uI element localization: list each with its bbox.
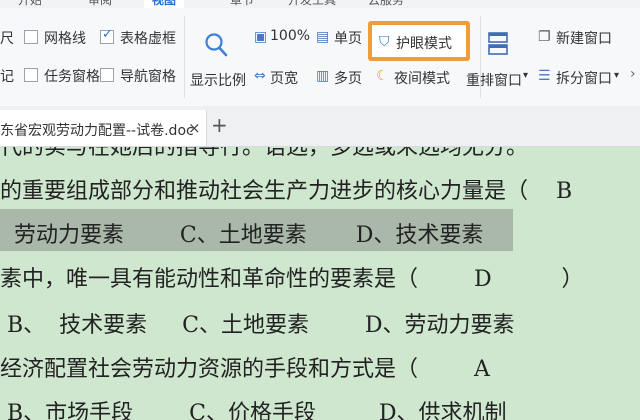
- arrange-windows-icon[interactable]: [488, 32, 508, 56]
- split-window-icon: ☰: [538, 68, 551, 84]
- eye-protection-mode-button[interactable]: ⛉ 护眼模式: [368, 21, 470, 61]
- document-tab-title: 东省宏观劳动力配置--试卷.doc: [0, 123, 194, 139]
- split-window-label[interactable]: 拆分窗口: [556, 68, 612, 88]
- doc-line: 经济配置社会劳动力资源的手段和方式是（ A: [0, 357, 490, 382]
- tab-view[interactable]: 视图: [144, 0, 185, 8]
- marks-label[interactable]: 标记: [0, 66, 14, 86]
- shield-icon: ⛉: [379, 34, 390, 50]
- doc-line: 代的实与在她后的指导行。语选，多选或未选均无分。: [0, 147, 529, 160]
- gridlines-label[interactable]: 网格线: [44, 28, 86, 48]
- tab-review[interactable]: 审阅: [88, 0, 112, 8]
- tab-start[interactable]: 开始: [18, 0, 42, 8]
- nav-pane-checkbox[interactable]: [100, 68, 114, 82]
- ruler-label[interactable]: 标尺: [0, 28, 14, 48]
- new-tab-icon[interactable]: +: [211, 115, 228, 135]
- doc-line: B、市场手段 C、价格手段 D、供求机制: [0, 401, 507, 420]
- zoom-label[interactable]: 显示比例: [190, 70, 246, 90]
- close-tab-icon[interactable]: ×: [188, 119, 201, 137]
- more-icon[interactable]: ›: [630, 66, 636, 82]
- multi-page-icon: ▥: [316, 68, 330, 84]
- eye-protection-mode-label: 护眼模式: [396, 36, 452, 52]
- task-pane-checkbox[interactable]: [24, 68, 38, 82]
- doc-line: 素中，唯一具有能动性和革命性的要素是（ D ）: [0, 267, 584, 292]
- page-width-label[interactable]: 页宽: [270, 68, 298, 88]
- menu-tab-strip: 开始 审阅 视图 章节 开发工具 云服务: [0, 0, 640, 8]
- zoom-magnifier-icon[interactable]: [204, 32, 228, 58]
- ribbon-divider: [184, 16, 185, 98]
- tab-developer-tools[interactable]: 开发工具: [288, 0, 336, 8]
- task-pane-label[interactable]: 任务窗格: [44, 66, 100, 86]
- zoom-value[interactable]: 100%: [270, 28, 310, 44]
- new-window-label[interactable]: 新建窗口: [556, 28, 612, 48]
- tab-cloud-service[interactable]: 云服务: [368, 0, 404, 8]
- document-page[interactable]: 代的实与在她后的指导行。语选，多选或未选均无分。 的重要组成部分和推动社会生产力…: [0, 147, 640, 420]
- table-lines-label[interactable]: 表格虚框: [120, 28, 176, 48]
- document-tab[interactable]: 东省宏观劳动力配置--试卷.doc ×: [0, 110, 207, 146]
- doc-line: 劳动力要素 C、土地要素 D、技术要素: [0, 223, 484, 248]
- single-page-label[interactable]: 单页: [334, 28, 362, 48]
- table-lines-checkbox[interactable]: [100, 27, 114, 44]
- moon-icon: ☾: [376, 68, 389, 84]
- tab-chapter[interactable]: 章节: [230, 0, 254, 8]
- document-tab-bar: 东省宏观劳动力配置--试卷.doc × +: [0, 106, 640, 147]
- multi-page-label[interactable]: 多页: [334, 68, 362, 88]
- arrange-windows-label[interactable]: 重排窗口: [466, 70, 522, 90]
- actual-size-icon: ▣: [254, 29, 268, 45]
- doc-line: 的重要组成部分和推动社会生产力进步的核心力量是（ B: [0, 179, 573, 204]
- new-window-icon: ❐: [538, 29, 551, 45]
- nav-pane-label[interactable]: 导航窗格: [120, 66, 176, 86]
- split-dropdown-icon[interactable]: ▾: [614, 70, 619, 81]
- single-page-icon: ▤: [316, 29, 330, 45]
- gridlines-checkbox[interactable]: [24, 30, 38, 44]
- arrange-dropdown-icon[interactable]: ▾: [523, 70, 528, 81]
- doc-line: B、 技术要素 C、土地要素 D、劳动力要素: [0, 313, 515, 338]
- ribbon: 标尺 网格线 表格虚框 标记 任务窗格 导航窗格 显示比例 ▣ 100% ⇔ 页…: [0, 8, 640, 107]
- page-width-icon: ⇔: [254, 68, 266, 84]
- night-mode-label[interactable]: 夜间模式: [394, 68, 450, 88]
